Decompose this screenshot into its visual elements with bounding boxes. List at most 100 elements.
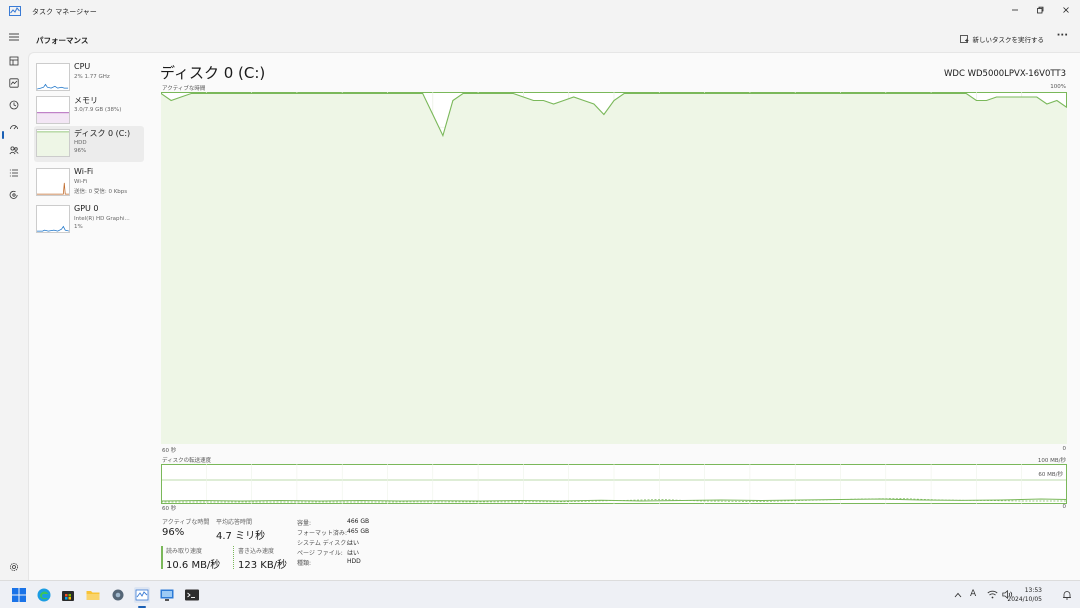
users-icon [9, 146, 19, 155]
restore-icon [1037, 6, 1044, 14]
notification-bell-icon[interactable] [1062, 590, 1072, 600]
nav-details[interactable] [6, 165, 22, 181]
settings-app-icon[interactable] [110, 587, 126, 603]
perf-item-cpu[interactable]: CPU 2% 1.77 GHz [34, 60, 144, 96]
memory-thumbnail-graph [36, 96, 70, 124]
transfer-axis-label: ディスクの転送速度 [162, 458, 212, 464]
transfer-rate-chart [161, 464, 1067, 504]
active-time-x-right-label: 0 [1062, 446, 1067, 452]
write-speed-indicator [233, 546, 235, 569]
nav-settings[interactable] [6, 559, 22, 575]
more-options-button[interactable]: ··· [1057, 30, 1068, 41]
stat-write-value: 123 KB/秒 [238, 560, 288, 571]
prop-formatted-value: 465 GB [347, 528, 370, 535]
perf-item-name: Wi-Fi [74, 167, 94, 176]
ime-indicator[interactable]: A [970, 589, 976, 599]
nav-users[interactable] [6, 142, 22, 158]
new-task-icon [959, 34, 968, 43]
prop-type-label: 種類: [297, 560, 312, 567]
page-title: パフォーマンス [36, 36, 89, 45]
stat-read-label: 読み取り速度 [166, 548, 203, 555]
nav-selection-indicator [2, 131, 4, 139]
clock[interactable]: 13:53 2024/10/05 [1007, 586, 1042, 604]
prop-formatted-label: フォーマット済み: [297, 530, 348, 537]
run-new-task-label: 新しいタスクを実行する [972, 36, 1045, 44]
perf-item-disk[interactable]: ディスク 0 (C:) HDD 96% [34, 126, 144, 162]
chart-series [161, 92, 1067, 444]
perf-item-throughput: 送信: 0 受信: 0 Kbps [74, 189, 128, 195]
wifi-thumbnail-graph [36, 168, 70, 196]
run-new-task-button[interactable]: 新しいタスクを実行する [959, 34, 1045, 44]
prop-system-disk-value: はい [347, 540, 360, 547]
performance-icon [9, 78, 19, 88]
processes-icon [9, 56, 19, 66]
stat-read-value: 10.6 MB/秒 [166, 560, 221, 571]
title-bar: タスク マネージャー [0, 0, 1080, 24]
stat-avg-response-value: 4.7 ミリ秒 [216, 531, 266, 542]
close-button[interactable] [1050, 0, 1080, 20]
transfer-x-right-label: 0 [1062, 504, 1067, 510]
settings-gear-icon [10, 563, 18, 571]
nav-app-history[interactable] [6, 97, 22, 113]
read-speed-indicator [161, 546, 163, 569]
nav-startup-apps[interactable] [6, 120, 22, 136]
edge-browser-icon[interactable] [36, 587, 52, 603]
perf-item-wifi[interactable]: Wi-Fi Wi-Fi 送信: 0 受信: 0 Kbps [34, 165, 144, 201]
perf-item-usage: 96% [74, 148, 87, 154]
wifi-icon[interactable] [987, 590, 998, 599]
cpu-thumbnail-graph [36, 63, 70, 91]
show-hidden-icons-chevron-icon[interactable] [954, 592, 962, 598]
perf-item-detail: HDD [74, 140, 87, 146]
disk-title: ディスク 0 (C:) [160, 64, 266, 82]
transfer-max-label: 100 MB/秒 [1037, 458, 1066, 464]
perf-item-usage: 1% [74, 224, 83, 230]
perf-item-memory[interactable]: メモリ 3.0/7.9 GB (38%) [34, 93, 144, 129]
clock-time: 13:53 [1024, 587, 1042, 594]
prop-capacity-value: 466 GB [347, 518, 370, 525]
store-icon[interactable] [60, 587, 76, 603]
stat-active-time-value: 96% [162, 527, 185, 538]
active-time-chart [161, 92, 1067, 444]
perf-item-detail: 3.0/7.9 GB (38%) [74, 107, 122, 113]
remote-desktop-icon[interactable] [159, 587, 175, 603]
disk-model: WDC WD5000LPVX-16V0TT3 [944, 69, 1066, 79]
nav-processes[interactable] [6, 53, 22, 69]
perf-item-name: CPU [74, 62, 91, 71]
hamburger-menu-icon[interactable] [8, 32, 20, 42]
gpu-thumbnail-graph [36, 205, 70, 233]
prop-capacity-label: 容量: [297, 520, 312, 527]
startup-apps-icon [10, 125, 18, 130]
stat-write-label: 書き込み速度 [238, 548, 275, 555]
stat-avg-response-label: 平均応答時間 [216, 519, 253, 526]
taskbar: A 13:53 2024/10/05 [0, 580, 1080, 608]
perf-item-detail: 2% 1.77 GHz [74, 74, 110, 80]
perf-item-detail: Intel(R) HD Graphi... [74, 216, 130, 222]
disk-thumbnail-graph [36, 129, 70, 157]
perf-item-name: GPU 0 [74, 204, 99, 213]
active-time-max-label: 100% [1050, 84, 1066, 90]
perf-item-name: ディスク 0 (C:) [74, 129, 131, 138]
app-history-icon [9, 100, 19, 110]
nav-performance[interactable] [6, 75, 22, 91]
perf-item-name: メモリ [74, 96, 98, 105]
details-list-icon [9, 169, 18, 177]
task-manager-app-icon [9, 6, 21, 16]
transfer-x-left-label: 60 秒 [162, 506, 177, 512]
stat-active-time-label: アクティブな時間 [162, 519, 210, 526]
active-time-area [161, 93, 1067, 444]
task-manager-window: タスク マネージャー パフォーマンス 新しいタスクを実行する ··· CPU 2… [0, 0, 1080, 580]
active-time-x-left-label: 60 秒 [162, 448, 177, 454]
perf-item-gpu[interactable]: GPU 0 Intel(R) HD Graphi... 1% [34, 202, 144, 238]
task-manager-taskbar-icon[interactable] [134, 587, 150, 603]
nav-services[interactable] [6, 187, 22, 203]
active-time-axis-label: アクティブな時間 [162, 86, 206, 92]
windows-start-icon[interactable] [11, 587, 27, 603]
perf-item-detail: Wi-Fi [74, 179, 88, 185]
minimize-icon [1012, 9, 1018, 11]
transfer-mid-label: 60 MB/秒 [1038, 472, 1063, 478]
prop-type-value: HDD [347, 558, 361, 565]
clock-date: 2024/10/05 [1007, 596, 1042, 603]
file-explorer-icon[interactable] [85, 587, 101, 603]
prop-system-disk-label: システム ディスク: [297, 540, 349, 547]
terminal-icon[interactable] [184, 587, 200, 603]
